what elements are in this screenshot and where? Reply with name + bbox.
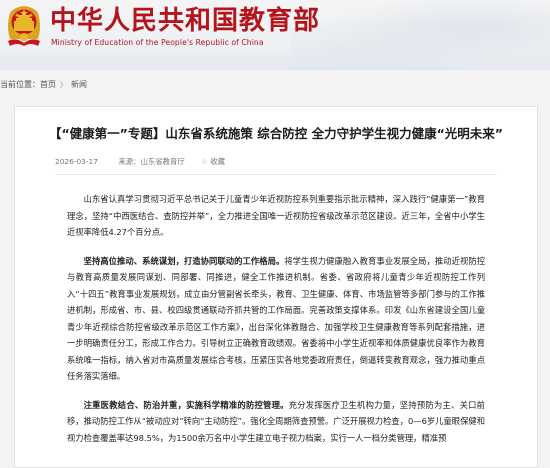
national-emblem-icon (8, 6, 40, 46)
article-paragraph: 坚持高位推动、系统谋划，打造协同联动的工作格局。将学生视力健康融入教育事业发展全… (67, 253, 485, 385)
header-cloud-background (290, 0, 550, 70)
star-icon[interactable]: ☆ (201, 157, 208, 166)
article-body: 山东省认真学习贯彻习近平总书记关于儿童青少年近视防控系列重要指示批示精神，深入践… (67, 191, 485, 446)
article-meta: 2026-03-17 来源：山东省教育厅 ☆ 收藏 (55, 152, 497, 175)
paragraph-lead: 注重医教结合、防治并重，实施科学精准的防控管理。 (83, 399, 289, 410)
article-panel: 【“健康第一”专题】山东省系统施策 综合防控 全力守护学生视力健康“光明未来” … (14, 106, 538, 468)
paragraph-text: 山东省认真学习贯彻习近平总书记关于儿童青少年近视防控系列重要指示批示精神，深入践… (67, 194, 485, 237)
article-source: 来源：山东省教育厅 (118, 157, 185, 166)
breadcrumb-separator-icon: 〉 (60, 81, 67, 89)
paragraph-text: 将学生视力健康融入教育事业发展全局，推动近视防控与教育高质量发展同谋划、同部署、… (67, 255, 485, 382)
paragraph-lead: 坚持高位推动、系统谋划，打造协同联动的工作格局。 (83, 255, 285, 266)
site-title: 中华人民共和国教育部 (50, 6, 321, 36)
breadcrumb-prefix: 当前位置： (0, 80, 40, 89)
breadcrumb-home-link[interactable]: 首页 (40, 80, 56, 89)
article-paragraph: 山东省认真学习贯彻习近平总书记关于儿童青少年近视防控系列重要指示批示精神，深入践… (67, 191, 485, 241)
article-title: 【“健康第一”专题】山东省系统施策 综合防控 全力守护学生视力健康“光明未来” (48, 126, 504, 141)
site-subtitle: Ministry of Education of the People's Re… (51, 38, 264, 47)
article-date: 2026-03-17 (55, 157, 98, 166)
site-header: 中华人民共和国教育部 Ministry of Education of the … (0, 0, 550, 70)
breadcrumb-current[interactable]: 新闻 (71, 80, 87, 89)
breadcrumb: 当前位置：首页〉新闻 (0, 76, 550, 94)
favorite-button[interactable]: 收藏 (210, 157, 225, 166)
article-paragraph: 注重医教结合、防治并重，实施科学精准的防控管理。充分发挥医疗卫生机构力量，坚持预… (67, 397, 485, 447)
